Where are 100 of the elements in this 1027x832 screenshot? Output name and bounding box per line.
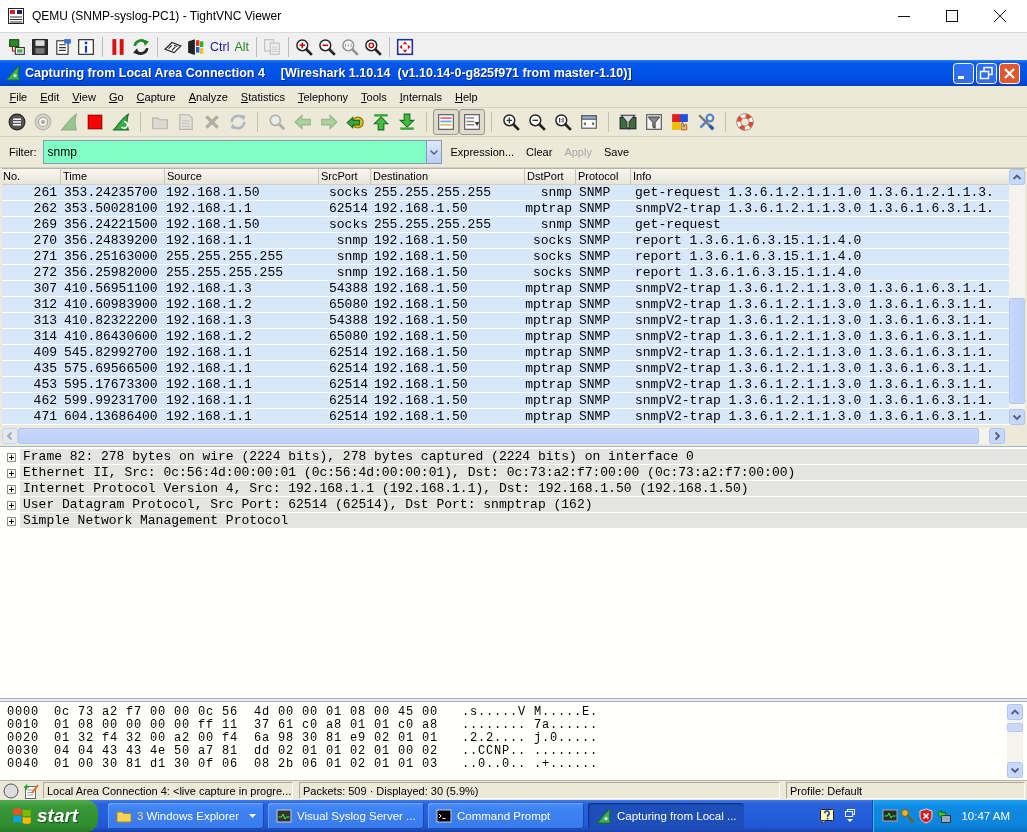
packet-row[interactable]: 314 410.86430600 192.168.1.2 65080 192.168.1.50 mptrap SNMP snmpV2-trap 1.3.6.1.2.1.1.3.0 1.3.6.1.6.3.1.1. [2,329,1009,345]
table-cell-text: snmpV2-trap 1.3.6.1.2.1.1.3.0 1.3.6.1.6.3.1.1. [634,345,995,360]
coloring-rules-icon[interactable] [671,113,689,131]
menu-item[interactable]: Edit [33,90,66,103]
arrow-to-top-icon[interactable] [372,113,390,131]
packet-row[interactable]: 272 356.25982000 255.255.255.255 snmp 192.168.1.50 socks SNMP report 1.3.6.1.6.3.15.1.1.4.0 [2,265,1009,281]
magnifier-icon[interactable] [364,37,383,56]
profile-label[interactable]: Profile: Default [786,782,1025,799]
taskbar-button[interactable]: Capturing from Local ... [588,803,744,829]
tree-item[interactable]: User Datagram Protocol, Src Port: 62514 (62514), Dst Port: snmptrap (162) [20,497,1027,512]
resize-columns-icon[interactable] [580,113,598,131]
zoom-out-icon[interactable] [528,113,546,131]
menu-item[interactable]: View [65,90,103,103]
taskbar-button[interactable]: 3 Windows Explorer [108,803,264,829]
column-header[interactable]: Protocol [575,169,630,184]
tools-icon[interactable] [697,113,715,131]
scroll-down-icon[interactable] [1007,762,1023,778]
refresh-icon[interactable] [132,37,150,56]
edit-note-icon[interactable] [23,782,39,799]
packet-row[interactable]: 435 575.69566500 192.168.1.1 62514 192.168.1.50 mptrap SNMP snmpV2-trap 1.3.6.1.2.1.1.3.0 1.3.6.1.6.3.1.1. [2,361,1009,377]
packet-row[interactable]: 307 410.56951100 192.168.1.3 54388 192.168.1.50 mptrap SNMP snmpV2-trap 1.3.6.1.2.1.1.3.0 1.3.6.1.6.3.1.1. [2,281,1009,297]
scroll-down-icon[interactable] [1009,409,1025,425]
packet-row[interactable]: 409 545.82992700 192.168.1.1 62514 192.168.1.50 mptrap SNMP snmpV2-trap 1.3.6.1.2.1.1.3.0 1.3.6.1.6.3.1.1. [2,345,1009,361]
packet-row[interactable]: 453 595.17673300 192.168.1.1 62514 192.168.1.50 mptrap SNMP snmpV2-trap 1.3.6.1.2.1.1.3.0 1.3.6.1.6.3.1.1. [2,377,1009,393]
network-icon[interactable] [936,808,953,824]
scrollbar-thumb[interactable] [1009,298,1025,404]
list-scroll-icon[interactable] [459,109,485,135]
arrow-to-bottom-icon[interactable] [398,113,416,131]
plus-box-icon[interactable] [7,500,16,510]
menu-item[interactable]: Go [102,90,131,103]
column-header[interactable]: SrcPort [318,169,370,184]
packet-row[interactable]: 270 356.24839200 192.168.1.1 snmp 192.168.1.50 socks SNMP report 1.3.6.1.6.3.15.1.1.4.0 [2,233,1009,249]
plus-box-icon[interactable] [7,468,16,478]
menu-item[interactable]: Statistics [234,90,292,103]
zoom-in-icon[interactable] [502,113,520,131]
column-header[interactable]: Destination [370,169,524,184]
tree-item[interactable]: Simple Network Management Protocol [20,513,1027,528]
packet-row[interactable]: 313 410.82322200 192.168.1.3 54388 192.168.1.50 mptrap SNMP snmpV2-trap 1.3.6.1.2.1.1.3.0 1.3.6.1.6.3.1.1. [2,313,1009,329]
menu-item[interactable]: Capture [130,90,183,103]
filter-field[interactable]: snmp [42,140,426,164]
packet-row[interactable]: 462 599.99231700 192.168.1.1 62514 192.168.1.50 mptrap SNMP snmpV2-trap 1.3.6.1.2.1.1.3.0 1.3.6.1.6.3.1.1. [2,393,1009,409]
scroll-right-icon[interactable] [989,428,1005,444]
circle-icon[interactable] [3,782,19,799]
tree-item[interactable]: Internet Protocol Version 4, Src: 192.168.1.1 (192.168.1.1), Dst: 192.168.1.50 (192.168.1.50) [20,481,1027,496]
document-icon[interactable] [54,37,72,56]
filter-action[interactable]: Save [600,146,632,158]
close-icon[interactable] [994,10,1006,22]
capture-filter-icon[interactable] [619,113,637,131]
flag-icon[interactable] [187,37,205,56]
filter-action[interactable]: Expression... [447,146,518,158]
restart-icon[interactable] [112,113,130,131]
magnifier-icon[interactable] [554,113,572,131]
key-icon[interactable] [900,808,917,824]
lifebuoy-icon[interactable] [736,113,754,131]
zoom-in-icon[interactable] [295,37,314,56]
tree-item[interactable]: Frame 82: 278 bytes on wire (2224 bits), 278 bytes captured (2224 bits) on interface 0 [20,449,1027,464]
taskbar-button[interactable]: Command Prompt [428,803,584,829]
menu-item[interactable]: Internals [393,90,449,103]
scroll-up-icon[interactable] [1007,704,1023,720]
colored-lines-icon[interactable] [433,109,459,135]
maximize-icon[interactable] [946,10,958,22]
column-header[interactable]: No. [2,169,60,184]
stop-icon[interactable] [86,113,104,131]
filter-action[interactable]: Clear [523,146,556,158]
start-button[interactable]: start [0,800,98,832]
packet-row[interactable]: 271 356.25163000 255.255.255.255 snmp 192.168.1.50 socks SNMP report 1.3.6.1.6.3.15.1.1.4.0 [2,249,1009,265]
list-circle-icon[interactable] [8,113,26,131]
zoom-out-icon[interactable] [318,37,337,56]
menu-item[interactable]: Tools [354,90,394,103]
packet-row[interactable]: 471 604.13686400 192.168.1.1 62514 192.168.1.50 mptrap SNMP snmpV2-trap 1.3.6.1.2.1.1.3.0 1.3.6.1.6.3.1.1. [2,409,1009,425]
pause-icon[interactable] [109,37,127,56]
column-header[interactable]: Source [164,169,318,184]
packet-row[interactable]: 262 353.50028100 192.168.1.1 62514 192.168.1.50 mptrap SNMP snmpV2-trap 1.3.6.1.2.1.1.3.0 1.3.6.1.6.3.1.1. [2,201,1009,217]
key-button[interactable]: Ctrl [210,39,230,54]
menu-item[interactable]: Analyze [182,90,235,103]
menu-item[interactable]: File [3,90,34,103]
restore-icon[interactable] [976,62,997,84]
computers-icon[interactable] [8,37,26,56]
info-icon[interactable] [77,37,95,56]
packet-row[interactable]: 261 353.24235700 192.168.1.50 socks 255.255.255.255 snmp SNMP get-request 1.3.6.1.2.1.1.1.0 1.3.6.1.2.1.1.3. [2,185,1009,201]
monitor-icon[interactable] [882,808,899,824]
fullscreen-icon[interactable] [396,37,415,56]
tree-item[interactable]: Ethernet II, Src: 0c:56:4d:00:00:01 (0c:56:4d:00:00:01), Dst: 0c:73:a2:f7:00:00 (0c:73:a2:f7:00:00) [20,465,1027,480]
menu-item[interactable]: Telephony [291,90,355,103]
scrollbar-thumb[interactable] [1007,723,1023,732]
packet-row[interactable]: 312 410.60983900 192.168.1.2 65080 192.168.1.50 mptrap SNMP snmpV2-trap 1.3.6.1.2.1.1.3.0 1.3.6.1.6.3.1.1. [2,297,1009,313]
shield-icon[interactable] [918,808,935,824]
plus-box-icon[interactable] [7,516,16,526]
packet-row[interactable]: 269 356.24221500 192.168.1.50 socks 255.255.255.255 snmp SNMP get-request [2,217,1009,233]
column-header[interactable]: Time [60,169,164,184]
taskbar-button[interactable]: Visual Syslog Server ... [268,803,424,829]
menu-item[interactable]: Help [448,90,485,103]
key-button[interactable]: Alt [234,39,250,54]
help-icon[interactable] [819,808,836,824]
scroll-up-icon[interactable] [1009,169,1025,185]
plus-box-icon[interactable] [7,452,16,462]
filter-icon[interactable] [645,113,663,131]
column-header[interactable]: DstPort [524,169,575,184]
table-cell-text: 262 [32,201,58,216]
plus-box-icon[interactable] [7,484,16,494]
